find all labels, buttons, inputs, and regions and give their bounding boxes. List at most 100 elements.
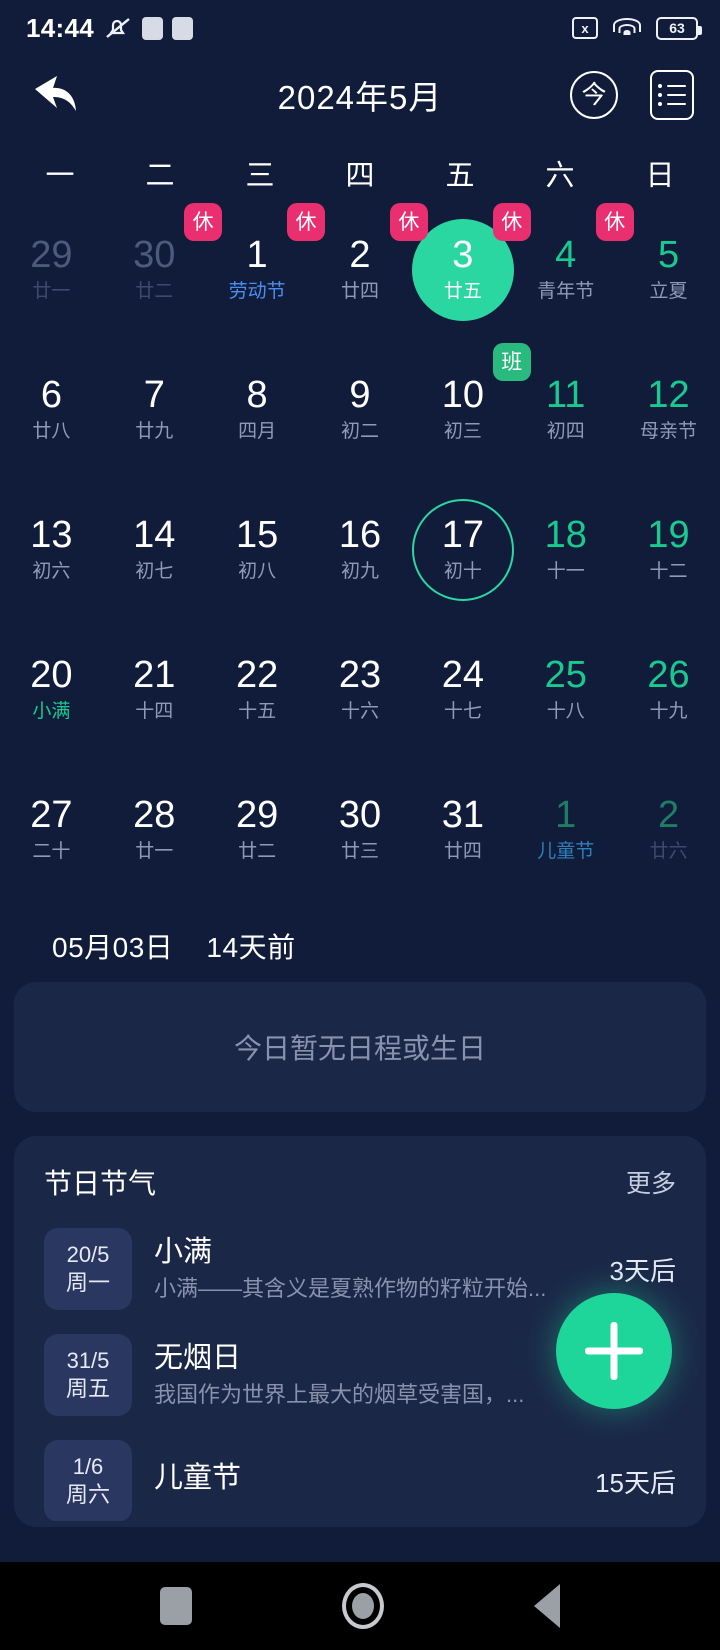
home-circle-icon[interactable] <box>342 1583 384 1629</box>
day-number: 31 <box>441 793 484 836</box>
festival-title: 节日节气 <box>44 1168 157 1199</box>
day-number: 18 <box>544 513 587 556</box>
day-circle: 22 十五 <box>206 639 308 741</box>
today-day-circle: 17 初十 <box>411 499 514 601</box>
calendar-day-cell[interactable]: 21 十四 <box>103 620 206 760</box>
calendar-day-cell[interactable]: 23 十六 <box>309 620 412 760</box>
calendar-day-cell[interactable]: 17 初十 <box>411 480 514 620</box>
calendar-day-cell[interactable]: 20 小满 <box>0 620 103 760</box>
day-circle: 1 儿童节 <box>515 779 617 881</box>
calendar-day-cell[interactable]: 27 二十 <box>0 760 103 900</box>
day-number: 1 <box>555 793 577 836</box>
day-circle: 13 初六 <box>0 499 102 601</box>
day-circle: 20 小满 <box>0 639 102 741</box>
calendar-day-cell[interactable]: 6 廿八 <box>0 340 103 480</box>
sim-x-icon: x <box>572 17 598 39</box>
add-event-fab[interactable] <box>556 1293 672 1409</box>
list-view-button[interactable] <box>650 70 694 120</box>
status-bar-left: 14:44 <box>26 13 193 44</box>
day-circle: 30 廿三 <box>309 779 411 881</box>
calendar-day-cell[interactable]: 7 廿九 <box>103 340 206 480</box>
day-number: 11 <box>545 373 586 416</box>
day-number: 3 <box>452 233 474 276</box>
festival-description: 我国作为世界上最大的烟草受害国，... <box>154 1382 525 1408</box>
calendar-grid: 29 廿一 30 廿二休 1 劳动节休 2 廿四休 3 廿五休 4 青年节休 5 立夏 6 廿八 7 廿九 8 四月 9… <box>0 200 720 900</box>
calendar-day-cell[interactable]: 9 初二 <box>309 340 412 480</box>
calendar-day-cell[interactable]: 12 母亲节 <box>617 340 720 480</box>
calendar-day-cell[interactable]: 28 廿一 <box>103 760 206 900</box>
calendar-day-cell[interactable]: 15 初八 <box>206 480 309 620</box>
recents-square-icon[interactable] <box>160 1587 192 1625</box>
today-button[interactable]: 今 <box>570 71 618 119</box>
schedule-date: 05月03日 <box>52 932 174 963</box>
day-number: 8 <box>246 373 268 416</box>
day-number: 5 <box>657 233 680 276</box>
festival-more-button[interactable]: 更多 <box>626 1164 676 1200</box>
day-lunar-label: 四月 <box>238 420 277 442</box>
day-lunar-label: 十六 <box>340 700 379 722</box>
calendar-day-cell[interactable]: 30 廿三 <box>309 760 412 900</box>
festival-body: 儿童节 <box>154 1460 565 1501</box>
day-circle: 休 5 立夏 <box>595 203 720 321</box>
festival-name: 儿童节 <box>154 1462 242 1495</box>
calendar-day-cell[interactable]: 班 11 初四 <box>492 340 617 480</box>
day-circle: 31 廿四 <box>412 779 514 881</box>
calendar-day-cell[interactable]: 13 初六 <box>0 480 103 620</box>
calendar-day-cell[interactable]: 29 廿一 <box>0 200 103 340</box>
calendar-day-cell[interactable]: 19 十二 <box>617 480 720 620</box>
festival-date-day: 20/5 <box>66 1242 110 1268</box>
day-lunar-label: 初九 <box>340 560 379 582</box>
calendar-day-cell[interactable]: 8 四月 <box>206 340 309 480</box>
day-number: 26 <box>647 653 690 696</box>
day-lunar-label: 廿三 <box>340 840 379 862</box>
day-lunar-label: 初六 <box>32 560 71 582</box>
day-circle: 28 廿一 <box>103 779 205 881</box>
day-number: 2 <box>657 793 680 836</box>
calendar-day-cell[interactable]: 2 廿六 <box>617 760 720 900</box>
calendar-day-cell[interactable]: 22 十五 <box>206 620 309 760</box>
schedule-card[interactable]: 今日暂无日程或生日 <box>14 982 706 1112</box>
calendar-day-cell[interactable]: 25 十八 <box>514 620 617 760</box>
calendar-day-cell[interactable]: 1 儿童节 <box>514 760 617 900</box>
day-lunar-label: 廿九 <box>135 420 174 442</box>
calendar-day-cell[interactable]: 14 初七 <box>103 480 206 620</box>
calendar-day-cell[interactable]: 16 初九 <box>309 480 412 620</box>
workday-badge: 班 <box>492 343 531 381</box>
calendar-day-cell[interactable]: 18 十一 <box>514 480 617 620</box>
day-circle: 18 十一 <box>515 499 617 601</box>
day-number: 25 <box>544 653 587 696</box>
day-number: 24 <box>441 653 484 696</box>
calendar-day-cell[interactable]: 休 5 立夏 <box>595 200 720 340</box>
calendar-day-cell[interactable]: 29 廿二 <box>206 760 309 900</box>
festival-countdown: 3天后 <box>609 1255 676 1286</box>
day-lunar-label: 初八 <box>238 560 277 582</box>
list-icon-row-1 <box>658 84 686 88</box>
system-nav-bar <box>0 1562 720 1650</box>
day-number: 6 <box>40 373 62 416</box>
status-time: 14:44 <box>26 12 94 43</box>
calendar-day-cell[interactable]: 31 廿四 <box>411 760 514 900</box>
status-bar: 14:44 x 63 <box>0 0 720 56</box>
day-lunar-label: 二十 <box>32 840 71 862</box>
restday-badge: 休 <box>184 203 223 241</box>
festival-list-item[interactable]: 1/6 周六 儿童节 15天后 <box>14 1428 706 1521</box>
day-lunar-label: 十四 <box>135 700 174 722</box>
restday-badge: 休 <box>595 203 634 241</box>
day-number: 28 <box>133 793 176 836</box>
today-button-label: 今 <box>581 80 607 109</box>
day-lunar-label: 廿四 <box>443 840 482 862</box>
back-triangle-icon[interactable] <box>534 1584 560 1628</box>
day-number: 9 <box>349 373 371 416</box>
schedule-relative: 14天前 <box>206 932 296 963</box>
festival-date-weekday: 周一 <box>65 1269 110 1295</box>
day-circle: 15 初八 <box>206 499 308 601</box>
calendar-day-cell[interactable]: 24 十七 <box>411 620 514 760</box>
status-bar-right: x 63 <box>572 16 702 40</box>
festival-date-chip: 20/5 周一 <box>44 1228 132 1310</box>
day-circle: 29 廿二 <box>206 779 308 881</box>
schedule-date-label: 05月03日 14天前 <box>0 900 720 982</box>
day-number: 30 <box>133 233 176 276</box>
calendar-day-cell[interactable]: 26 十九 <box>617 620 720 760</box>
day-number: 1 <box>246 233 268 276</box>
back-button[interactable] <box>26 67 88 123</box>
